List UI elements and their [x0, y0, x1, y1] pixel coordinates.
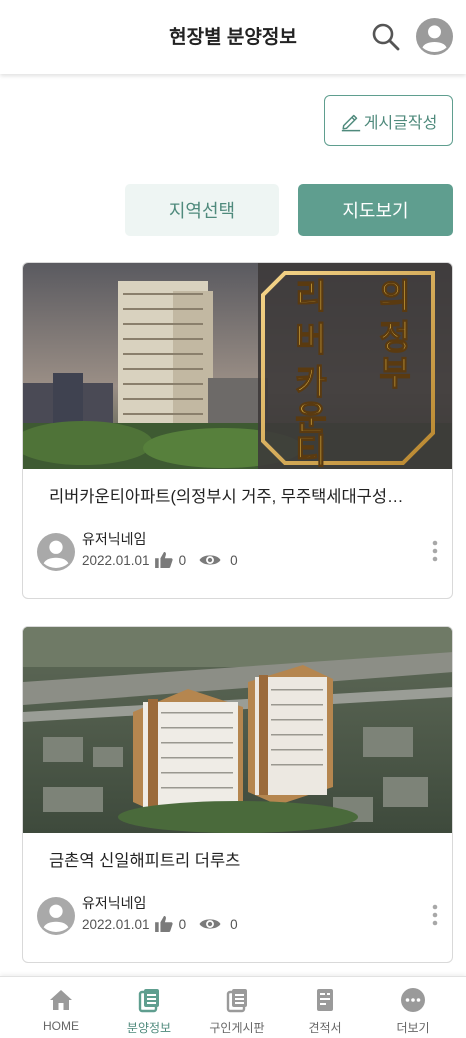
- region-select-button[interactable]: 지역선택: [125, 184, 279, 236]
- document-list-icon: [138, 989, 159, 1013]
- bottom-navigation: HOME 분양정보 구인게시판 견적서 더보기: [0, 976, 466, 1038]
- image-text-char: 버: [295, 321, 326, 359]
- map-view-button[interactable]: 지도보기: [298, 184, 453, 236]
- nav-item-home[interactable]: HOME: [22, 987, 100, 1033]
- post-thumbnail[interactable]: [23, 627, 453, 833]
- home-icon: [50, 990, 72, 1010]
- image-text-char: 의: [379, 278, 410, 316]
- author-avatar-icon: [37, 533, 75, 571]
- post-date: 2022.01.01: [82, 552, 150, 568]
- search-icon[interactable]: [371, 22, 401, 52]
- eye-icon: [199, 555, 221, 565]
- nav-label: 더보기: [396, 1021, 430, 1035]
- nav-label: 견적서: [308, 1021, 342, 1035]
- more-vertical-icon[interactable]: [432, 904, 438, 926]
- nav-label: 구인게시판: [209, 1021, 265, 1035]
- view-count: 0: [230, 916, 238, 932]
- like-count: 0: [178, 916, 187, 932]
- board-icon: [226, 989, 247, 1013]
- nav-item-sale-info[interactable]: 분양정보: [110, 987, 188, 1036]
- post-card[interactable]: 리 버 카 운 티 의 정 부 리버카운티아파트(의정부시 거주, 무주택세대구…: [22, 262, 453, 599]
- more-vertical-icon[interactable]: [432, 540, 438, 562]
- image-text-char: 부: [379, 355, 410, 393]
- estimate-icon: [317, 989, 333, 1011]
- author-avatar-icon: [37, 897, 75, 935]
- post-thumbnail[interactable]: 리 버 카 운 티 의 정 부: [23, 263, 453, 469]
- write-post-button[interactable]: 게시글작성: [324, 95, 453, 146]
- eye-icon: [199, 919, 221, 929]
- nav-item-estimate[interactable]: 견적서: [286, 987, 364, 1036]
- post-card[interactable]: 금촌역 신일해피트리 더루츠 유저닉네임 2022.01.01 0 0: [22, 626, 453, 963]
- view-count: 0: [230, 552, 238, 568]
- avatar-icon[interactable]: [416, 18, 453, 55]
- image-text-char: 티: [295, 433, 326, 469]
- post-meta: 2022.01.01 0 0: [82, 916, 238, 932]
- like-count: 0: [178, 552, 187, 568]
- thumbs-up-icon[interactable]: [154, 552, 173, 568]
- image-text-char: 리: [295, 278, 326, 316]
- thumbs-up-icon[interactable]: [154, 916, 173, 932]
- author-name: 유저닉네임: [82, 895, 147, 911]
- image-text-char: 카: [295, 364, 326, 402]
- app-header: 현장별 분양정보: [0, 0, 466, 74]
- pencil-icon: [341, 114, 360, 131]
- more-horizontal-icon: [401, 988, 425, 1012]
- post-title[interactable]: 리버카운티아파트(의정부시 거주, 무주택세대구성…: [49, 483, 429, 507]
- post-meta: 2022.01.01 0 0: [82, 552, 238, 568]
- author-name: 유저닉네임: [82, 531, 147, 547]
- image-text-char: 정: [379, 319, 410, 357]
- nav-item-job-board[interactable]: 구인게시판: [198, 987, 276, 1036]
- nav-label: HOME: [43, 1019, 79, 1033]
- post-date: 2022.01.01: [82, 916, 150, 932]
- post-title[interactable]: 금촌역 신일해피트리 더루츠: [49, 847, 429, 871]
- write-post-label: 게시글작성: [363, 114, 438, 132]
- nav-label: 분양정보: [126, 1021, 172, 1035]
- nav-item-more[interactable]: 더보기: [374, 987, 452, 1036]
